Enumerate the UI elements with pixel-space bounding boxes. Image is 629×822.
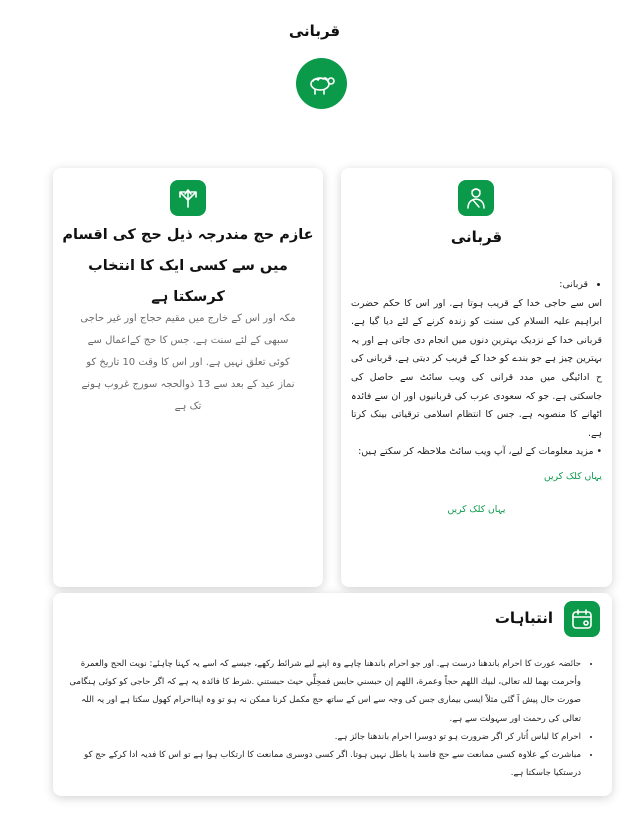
arrows-split-icon: [170, 180, 206, 216]
page-title: قربانی: [288, 22, 341, 40]
qurbani-heading: قربانی: [450, 228, 503, 246]
warnings-heading: انتباہات: [494, 609, 553, 627]
qurbani-list: قربانی:: [351, 276, 602, 295]
qurbani-paragraph: اس سے حاجی خدا کے قریب ہوتا ہے. اور اس ک…: [351, 297, 602, 439]
click-here-link-1[interactable]: یہاں کلک کریں: [351, 468, 602, 487]
click-here-link-2[interactable]: یہاں کلک کریں: [351, 501, 602, 520]
warning-item: احرام کا لباس اُتار کر اگر ضرورت ہو تو د…: [69, 728, 581, 746]
hajj-types-body: مکہ اور اس کے خارج میں مقیم حجاج اور غیر…: [80, 313, 296, 412]
warning-item: حائضہ عورت کا احرام باندھنا درست ہے. اور…: [69, 655, 581, 728]
warning-item: مباشرت کے علاوہ کسی ممانعت سے حج فاسد یا…: [69, 746, 581, 782]
hajj-types-heading: عازم حج مندرجہ ذیل حج کی اقسام میں سے کس…: [62, 227, 314, 305]
warnings-list: حائضہ عورت کا احرام باندھنا درست ہے. اور…: [69, 655, 595, 782]
warnings-card: انتباہات حائضہ عورت کا احرام باندھنا درس…: [53, 593, 612, 796]
hajj-types-card: عازم حج مندرجہ ذیل حج کی اقسام میں سے کس…: [53, 168, 323, 587]
calendar-icon: [564, 601, 600, 637]
pilgrim-icon: [458, 180, 494, 216]
qurbani-body: قربانی: اس سے حاجی خدا کے قریب ہوتا ہے. …: [351, 276, 602, 519]
qurbani-bullet-label: قربانی:: [351, 276, 588, 295]
more-info-text: • مزید معلومات کے لیے، آپ ویب سائٹ ملاحظ…: [358, 446, 602, 458]
hero-sheep-icon: [296, 58, 347, 109]
qurbani-card: قربانی قربانی: اس سے حاجی خدا کے قریب ہو…: [341, 168, 612, 587]
sheep-icon: [309, 76, 335, 95]
